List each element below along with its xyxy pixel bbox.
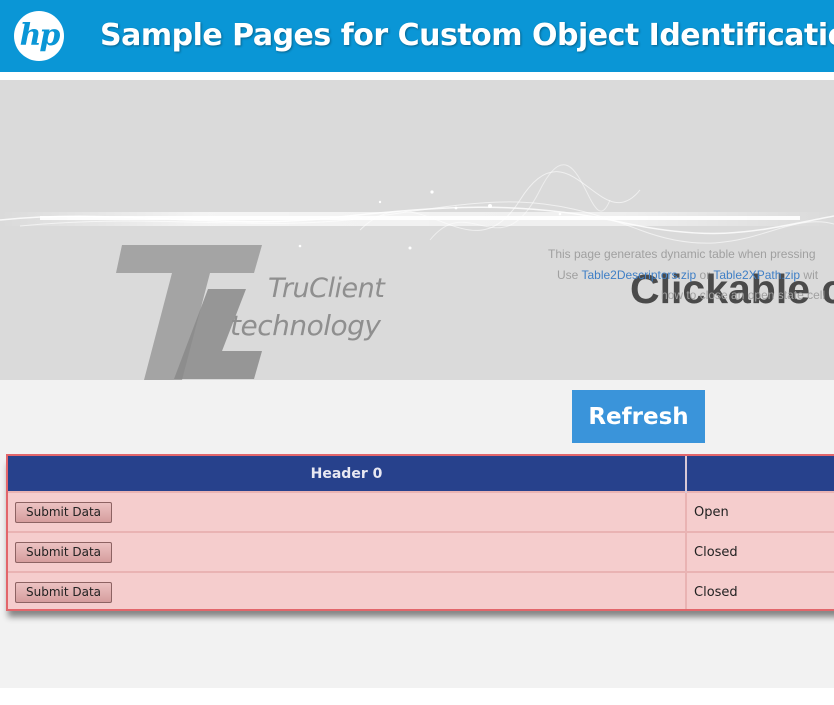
submit-data-button[interactable]: Submit Data bbox=[15, 541, 113, 563]
banner-description-line-1: This page generates dynamic table when p… bbox=[548, 247, 816, 261]
table-row: Submit Data Open bbox=[8, 491, 834, 532]
status-cell[interactable]: Open bbox=[686, 491, 834, 532]
table2xpath-link[interactable]: Table2XPath.zip bbox=[713, 268, 800, 282]
dynamic-table: Header 0 Submit Data Open Submit Data Cl… bbox=[8, 456, 834, 609]
hp-logo[interactable]: hp bbox=[14, 11, 64, 61]
main-content: Refresh Header 0 Submit Data Open Submit… bbox=[0, 380, 834, 688]
submit-data-button[interactable]: Submit Data bbox=[15, 581, 113, 603]
brand-line-1: TruClient bbox=[268, 273, 385, 304]
table-row: Submit Data Closed bbox=[8, 531, 834, 572]
dynamic-table-container: Header 0 Submit Data Open Submit Data Cl… bbox=[6, 454, 834, 611]
site-title: Sample Pages for Custom Object Identific… bbox=[100, 18, 834, 53]
header-divider bbox=[0, 72, 834, 80]
banner-description-line-3: how to close an open state cell bbox=[661, 288, 826, 302]
site-header: hp Sample Pages for Custom Object Identi… bbox=[0, 0, 834, 72]
status-cell[interactable]: Closed bbox=[686, 571, 834, 609]
brand-line-2: technology bbox=[230, 309, 381, 342]
table2descriptors-link[interactable]: Table2Descriptors.zip bbox=[581, 268, 696, 282]
status-cell[interactable]: Closed bbox=[686, 531, 834, 572]
hero-banner: TruClient technology Clickable ce This p… bbox=[0, 80, 834, 380]
page-footer-strip bbox=[0, 688, 834, 705]
table-cell-button: Submit Data bbox=[8, 491, 687, 532]
desc-prefix: Use bbox=[557, 268, 579, 282]
table-header-1 bbox=[686, 456, 834, 492]
desc-suffix: wit bbox=[803, 268, 819, 282]
banner-description-line-2: Use Table2Descriptors.zip or Table2XPath… bbox=[557, 268, 818, 282]
desc-mid: or bbox=[699, 268, 711, 282]
table-header-row: Header 0 bbox=[8, 456, 834, 492]
refresh-button[interactable]: Refresh bbox=[572, 390, 705, 443]
table-row: Submit Data Closed bbox=[8, 571, 834, 609]
table-cell-button: Submit Data bbox=[8, 531, 687, 572]
table-cell-button: Submit Data bbox=[8, 571, 687, 609]
table-header-0: Header 0 bbox=[8, 456, 687, 492]
submit-data-button[interactable]: Submit Data bbox=[15, 501, 113, 523]
